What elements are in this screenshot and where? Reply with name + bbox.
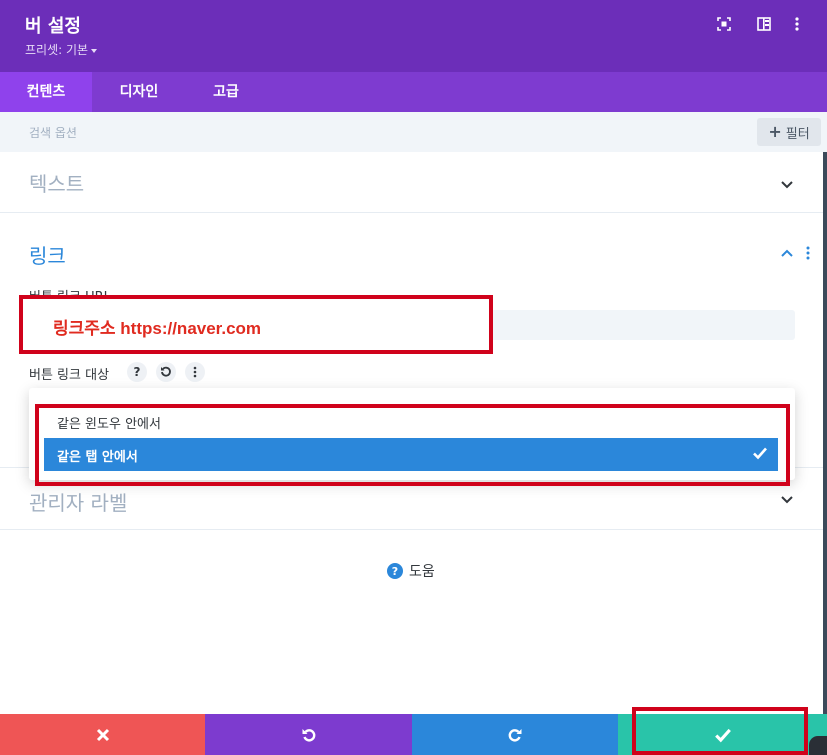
search-options-input[interactable]: 검색 옵션 [29, 124, 77, 141]
option-same-tab[interactable]: 같은 탭 안에서 [44, 438, 778, 471]
close-icon [96, 728, 109, 741]
redo-icon [508, 728, 522, 742]
target-field-label: 버튼 링크 대상 [29, 368, 110, 383]
resize-handle[interactable] [809, 736, 827, 755]
section-more-icon[interactable] [806, 246, 810, 260]
redo-button[interactable] [412, 714, 618, 755]
help-circle-icon: ? [387, 563, 403, 579]
background-edge [823, 152, 827, 714]
tab-bar: 컨텐츠 디자인 고급 [0, 72, 827, 112]
help-link[interactable]: ? 도움 [387, 561, 435, 581]
help-label: 도움 [409, 564, 435, 580]
caret-down-icon [91, 48, 98, 53]
highlight-box-save [632, 707, 808, 755]
cancel-button[interactable] [0, 714, 205, 755]
filter-label: 필터 [785, 126, 810, 142]
divider [0, 529, 823, 530]
chevron-down-icon[interactable] [779, 177, 795, 193]
url-value[interactable]: 링크주소 https://naver.com [53, 314, 261, 339]
search-options-bar: 검색 옵션 [0, 112, 827, 152]
preset-selector[interactable]: 프리셋: 기본 [25, 41, 98, 58]
option-same-window[interactable]: 같은 윈도우 안에서 [57, 413, 161, 432]
section-text-title[interactable]: 텍스트 [29, 168, 84, 197]
section-admin-title[interactable]: 관리자 라벨 [29, 487, 127, 516]
sidebar-layout-icon[interactable] [754, 14, 774, 34]
tab-design[interactable]: 디자인 [92, 72, 186, 112]
check-icon [753, 447, 767, 460]
section-link-title[interactable]: 링크 [29, 240, 66, 269]
preset-label: 프리셋: 기본 [25, 43, 89, 57]
more-vertical-icon[interactable] [787, 14, 807, 34]
filter-button[interactable]: + 필터 [757, 118, 821, 146]
chevron-down-icon[interactable] [779, 492, 795, 508]
modal-title: 버 설정 [25, 16, 81, 37]
tab-content[interactable]: 컨텐츠 [0, 72, 92, 112]
divider [0, 212, 823, 213]
modal-header: 버 설정 프리셋: 기본 [0, 0, 827, 72]
more-options-icon[interactable] [185, 362, 205, 382]
option-same-tab-label: 같은 탭 안에서 [57, 450, 138, 465]
undo-button[interactable] [205, 714, 412, 755]
reset-icon[interactable] [156, 362, 176, 382]
chevron-up-icon[interactable] [779, 245, 795, 261]
tab-advanced[interactable]: 고급 [186, 72, 266, 112]
expand-icon[interactable] [714, 14, 734, 34]
help-question-icon[interactable]: ? [127, 362, 147, 382]
undo-icon [302, 728, 315, 742]
plus-icon: + [768, 122, 782, 141]
